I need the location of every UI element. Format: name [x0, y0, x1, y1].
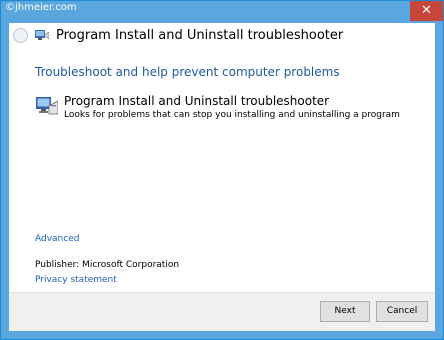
next-button[interactable]: Next [320, 301, 370, 322]
back-button[interactable] [13, 28, 28, 43]
dialog-footer: Next Cancel [9, 292, 435, 331]
advanced-link[interactable]: Advanced [35, 234, 79, 244]
publisher-text: Publisher: Microsoft Corporation [35, 260, 180, 270]
troubleshooter-title: Program Install and Uninstall troublesho… [64, 94, 330, 108]
troubleshooter-small-icon [35, 30, 49, 40]
cancel-button[interactable]: Cancel [376, 301, 428, 322]
close-button[interactable]: ✕ [410, 1, 443, 21]
troubleshooter-icon [36, 97, 58, 115]
troubleshooter-description: Looks for problems that can stop you ins… [64, 110, 400, 120]
window-title: Program Install and Uninstall troublesho… [56, 28, 344, 43]
watermark: ©jhmeier.com [5, 2, 77, 13]
close-icon: ✕ [421, 3, 432, 18]
page-heading: Troubleshoot and help prevent computer p… [35, 65, 340, 79]
dialog-window: ©jhmeier.com ✕ Program Install and Unins… [0, 0, 444, 340]
dialog-content: Troubleshoot and help prevent computer p… [9, 49, 435, 331]
title-bar: Program Install and Uninstall troublesho… [9, 23, 435, 49]
privacy-statement-link[interactable]: Privacy statement [35, 275, 117, 285]
